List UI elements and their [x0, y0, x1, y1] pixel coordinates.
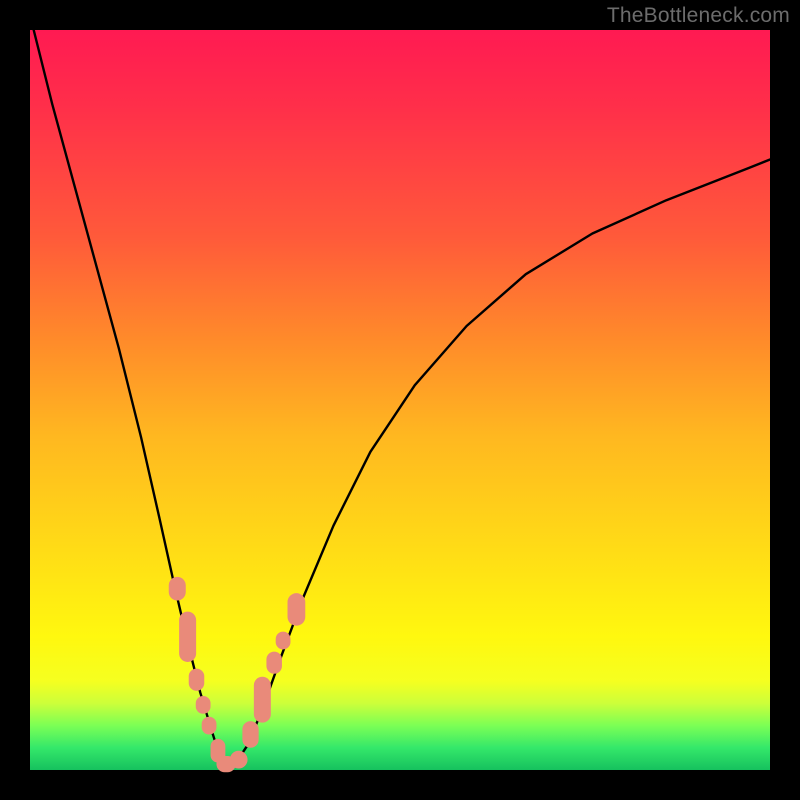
marker-salmon-dots-4	[202, 717, 217, 735]
marker-salmon-dots-10	[266, 652, 282, 674]
watermark-text: TheBottleneck.com	[607, 4, 790, 28]
marker-salmon-dots-8	[242, 721, 258, 748]
marker-salmon-dots-12	[288, 593, 306, 626]
marker-salmon-dots-11	[276, 632, 291, 650]
marker-salmon-dots-7	[230, 751, 248, 769]
marker-salmon-dots-0	[169, 577, 186, 601]
series-right-curve	[234, 160, 771, 767]
plot-area	[30, 30, 770, 770]
marker-salmon-dots-2	[189, 669, 205, 691]
series-group	[34, 30, 770, 766]
marker-salmon-dots-1	[179, 612, 196, 662]
markers-group	[169, 577, 306, 772]
chart-svg	[30, 30, 770, 770]
series-left-curve	[34, 30, 226, 766]
marker-salmon-dots-9	[254, 677, 271, 723]
marker-salmon-dots-3	[196, 696, 211, 714]
chart-frame: TheBottleneck.com	[0, 0, 800, 800]
